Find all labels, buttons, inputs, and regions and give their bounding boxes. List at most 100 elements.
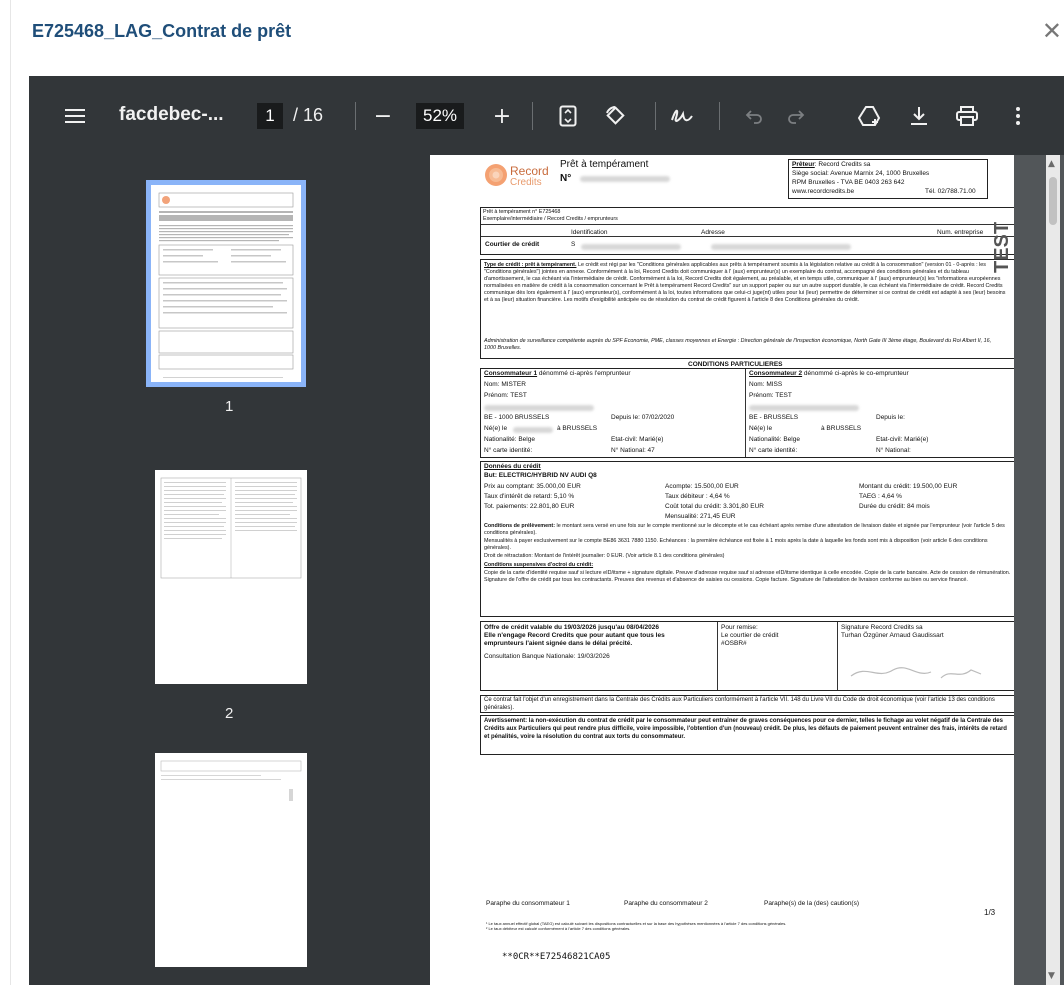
retraction-text: Droit de rétractation: Montant de l'inté…: [484, 553, 725, 559]
signers: Turhan Özgüner Arnaud Gaudissart: [841, 632, 944, 639]
consumer-2-nationality: Nationalité: Belge: [749, 436, 800, 443]
central-box: Ce contrat fait l'objet d'un enregistrem…: [480, 695, 1014, 713]
sign-label: Signature Record Credits sa: [841, 624, 923, 631]
debit-rate: Taux débiteur : 4,64 %: [665, 493, 730, 500]
suspensive-title: Conditions suspensives d'octroi du crédi…: [484, 562, 594, 568]
more-icon[interactable]: [1010, 102, 1026, 130]
page-of: 1/3: [984, 908, 996, 917]
page-scrollbar[interactable]: ▲ ▼: [1046, 155, 1060, 985]
broker-id: S: [571, 241, 576, 248]
redacted-broker-address: [711, 244, 851, 250]
draw-icon[interactable]: [669, 102, 695, 130]
consumer-1-born-city: à BRUSSELS: [557, 425, 598, 432]
fit-page-icon[interactable]: [556, 102, 580, 130]
consumer-1-id-card: N° carte identité:: [484, 447, 533, 454]
remit-broker: Le courtier de crédit: [721, 632, 779, 639]
copy-line-1: Prêt à tempérament n° E725468: [483, 209, 561, 215]
monthly-payment: Mensualité: 271,45 EUR: [665, 513, 736, 520]
scroll-up-arrow[interactable]: ▲: [1048, 159, 1055, 169]
consumer-1-nom: Nom: MISTER: [484, 381, 526, 388]
warning-text: Avertissement: la non-exécution du contr…: [484, 718, 1007, 740]
withdrawal-title: Conditions de prélèvement:: [484, 523, 555, 529]
paraphe-1: Paraphe du consommateur 1: [486, 900, 570, 907]
paraphe-2: Paraphe du consommateur 2: [624, 900, 708, 907]
redacted-street: [484, 405, 594, 411]
offer-line-1: Offre de crédit valable du 19/03/2026 ju…: [484, 624, 659, 631]
consumer-2-civil: Etat-civil: Marié(e): [876, 436, 929, 443]
toolbar-divider: [532, 102, 533, 130]
consultation: Consultation Banque Nationale: 19/03/202…: [484, 653, 610, 660]
consumer-2-id-card: N° carte identité:: [749, 447, 798, 454]
lender-name: : Record Credits sa: [814, 161, 871, 168]
consumer-2-city: BE - BRUSSELS: [749, 414, 799, 421]
pdf-toolbar: facdebec-... 1 / 16 − 52% +: [29, 76, 1064, 155]
doc-number-prefix: N°: [560, 173, 572, 184]
lender-label: Prêteur: [792, 161, 815, 168]
redacted-number: [580, 176, 670, 182]
consumer-1-prenom: Prénom: TEST: [484, 392, 527, 399]
consumer-1-title: Consommateur 1: [484, 370, 538, 377]
print-icon[interactable]: [954, 102, 980, 130]
thumbnail-page-3[interactable]: [155, 753, 307, 967]
menu-icon[interactable]: [63, 102, 87, 130]
redo-icon[interactable]: [785, 102, 807, 130]
thumbnail-page-1[interactable]: [146, 180, 306, 387]
zoom-input[interactable]: 52%: [416, 103, 464, 129]
scroll-down-arrow[interactable]: ▼: [1048, 971, 1055, 981]
page-total: / 16: [293, 105, 324, 125]
document-modal: E725468_LAG_Contrat de prêt ✕ facdebec-.…: [0, 0, 1064, 985]
undo-icon[interactable]: [743, 102, 765, 130]
doc-heading: Prêt à tempérament: [560, 159, 649, 170]
consumers-box: Consommateur 1 dénommé ci-après l'emprun…: [480, 368, 1014, 458]
consumer-1-since: Depuis le: 07/02/2020: [611, 414, 675, 421]
file-name: facdebec-...: [119, 104, 224, 125]
close-icon[interactable]: ✕: [1042, 16, 1062, 46]
consumer-2-born: Né(e) le: [749, 425, 773, 432]
zoom-out-button[interactable]: −: [372, 102, 394, 130]
cash-price: Prix au comptant: 35.000,00 EUR: [484, 483, 581, 490]
thumbnail-page-2[interactable]: [155, 470, 307, 684]
toolbar-divider: [655, 102, 656, 130]
remit-code: #OSBR#: [721, 640, 747, 647]
scrollbar-thumb[interactable]: [1049, 177, 1057, 225]
thumbnail-label: 1: [225, 398, 234, 415]
pdf-page-1: Record Credits Prêt à tempérament N° Prê…: [430, 155, 1014, 985]
record-logo-icon: [485, 164, 507, 186]
redacted-street-2: [749, 405, 859, 411]
lender-box: Prêteur: Record Credits sa Siège social:…: [788, 159, 988, 199]
total-cost: Coût total du crédit: 3.301,80 EUR: [665, 503, 765, 510]
broker-box: Prêt à tempérament n° E725468 Exemplaire…: [480, 207, 1014, 255]
duration: Durée du crédit: 84 mois: [859, 503, 930, 510]
zoom-in-button[interactable]: +: [491, 102, 513, 130]
paraphe-3: Paraphe(s) de la (des) caution(s): [764, 900, 860, 907]
signature-scribble: [850, 667, 982, 679]
modal-title: E725468_LAG_Contrat de prêt: [32, 21, 292, 41]
download-icon[interactable]: [907, 102, 931, 130]
consumer-1-civil: Etat-civil: Marié(e): [611, 436, 664, 443]
page-number-input[interactable]: 1: [257, 103, 283, 129]
offer-box: Offre de crédit valable du 19/03/2026 ju…: [480, 621, 1014, 691]
logo-brand-2: Credits: [510, 177, 542, 188]
broker-label: Courtier de crédit: [485, 241, 540, 248]
save-drive-icon[interactable]: [857, 102, 883, 130]
lender-web: www.recordcredits.be: [792, 188, 855, 195]
consumer-2-desc: dénommé ci-après le co-emprunteur: [803, 370, 909, 377]
warning-box: Avertissement: la non-exécution du contr…: [480, 715, 1014, 755]
consumer-2-national: N° National:: [876, 447, 911, 454]
credit-data-box: Données du crédit But: ELECTRIC/HYBRID N…: [480, 461, 1014, 617]
modal-edge: [10, 0, 11, 985]
credit-type-box: Type de crédit : prêt à tempérament. Le …: [480, 259, 1014, 359]
lender-address: Siège social: Avenue Marnix 24, 1000 Bru…: [792, 170, 930, 177]
rotate-icon[interactable]: [602, 102, 628, 130]
credit-amount: Montant du crédit: 19.500,00 EUR: [859, 483, 958, 490]
suspensive-text: Copie de la carte d'identité requise sau…: [484, 570, 1011, 584]
redacted-birthdate: [513, 427, 553, 433]
credit-type-body: Le crédit est régi par les "Conditions g…: [484, 262, 1006, 304]
monthly-pay-text: Mensualités à payer exclusivement sur le…: [484, 538, 988, 552]
ocr-line: **0CR**E72546821CA05: [502, 952, 611, 962]
consumer-1-city: BE - 1000 BRUSSELS: [484, 414, 550, 421]
credit-data-title: Données du crédit: [484, 463, 541, 470]
thumbnail-sidebar: 1 2: [29, 155, 434, 985]
credit-type-text: Type de crédit : prêt à tempérament. Le …: [484, 262, 1010, 304]
consumer-1-national: N° National: 47: [611, 447, 655, 454]
